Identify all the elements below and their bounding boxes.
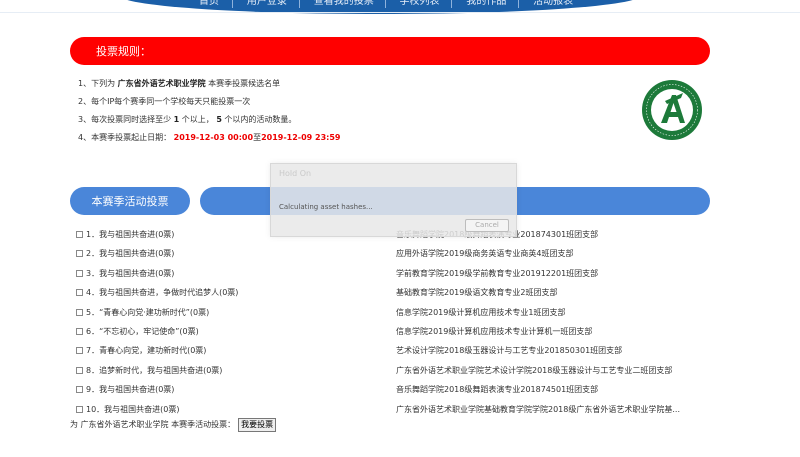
vote-checkbox[interactable] xyxy=(76,327,83,335)
candidate-org: 音乐舞蹈学院2018级舞蹈表演专业201874501班团支部 xyxy=(396,385,599,395)
rule-1: 1、下列为 广东省外语艺术职业学院 本赛季投票候选名单 xyxy=(78,80,618,88)
list-item: 10．我与祖国共奋进(0票) 广东省外语艺术职业学院基础教育学院学院2018级广… xyxy=(76,404,716,414)
vote-checkbox[interactable] xyxy=(76,386,83,394)
rule-3-prefix: 3、每次投票同时选择至少 xyxy=(78,115,174,124)
list-item: 4．我与祖国共奋进，争做时代追梦人(0票) 基础教育学院2019级语文教育专业2… xyxy=(76,289,716,297)
rule-4-start-date: 2019-12-03 00:00 xyxy=(173,133,254,142)
nav-item-works[interactable]: 我的作品 xyxy=(451,0,518,8)
rule-2: 2、每个IP每个赛季同一个学校每天只能投票一次 xyxy=(78,97,251,106)
vote-checkbox[interactable] xyxy=(76,250,83,258)
rules-list: 1、下列为 广东省外语艺术职业学院 本赛季投票候选名单 2、每个IP每个赛季同一… xyxy=(78,80,618,152)
dialog-message: Calculating asset hashes... xyxy=(279,203,373,211)
rule-1-prefix: 1、下列为 xyxy=(78,79,118,88)
candidate-name: 6．“不忘初心，牢记使命”(0票) xyxy=(86,326,199,336)
rules-banner: 投票规则： xyxy=(70,37,710,65)
list-item: 8．追梦新时代，我与祖国共奋进(0票) 广东省外语艺术职业学院艺术设计学院201… xyxy=(76,365,716,375)
rule-1-school: 广东省外语艺术职业学院 xyxy=(117,79,206,88)
candidate-org: 信息学院2019级计算机应用技术专业计算机一班团支部 xyxy=(396,326,593,336)
candidate-org: 基础教育学院2019级语文教育专业2班团支部 xyxy=(396,288,558,298)
candidate-name: 9．我与祖国共奋进(0票) xyxy=(86,385,175,395)
candidate-org: 广东省外语艺术职业学院艺术设计学院2018级玉器设计与工艺专业二班团支部 xyxy=(396,365,673,375)
list-item: 6．“不忘初心，牢记使命”(0票) 信息学院2019级计算机应用技术专业计算机一… xyxy=(76,326,716,336)
footer-text: 为 广东省外语艺术职业学院 本赛季活动投票： xyxy=(70,420,236,429)
list-item: 5．“青春心向党·建功新时代”(0票) 信息学院2019级计算机应用技术专业1班… xyxy=(76,307,716,317)
vote-checkbox[interactable] xyxy=(76,269,83,277)
candidate-org: 艺术设计学院2018级玉器设计与工艺专业201850301班团支部 xyxy=(396,346,623,356)
candidate-name: 7．青春心向党，建功新时代(0票) xyxy=(86,346,207,356)
nav-item-reports[interactable]: 活动报表 xyxy=(518,0,585,8)
tab-season-activity-vote[interactable]: 本赛季活动投票 xyxy=(70,187,190,215)
nav-item-schools[interactable]: 学校列表 xyxy=(384,0,452,8)
dialog-cancel-button[interactable]: Cancel xyxy=(465,219,509,232)
candidate-name: 3．我与祖国共奋进(0票) xyxy=(86,268,175,278)
submit-vote-button[interactable]: 我要投票 xyxy=(238,418,277,432)
candidate-name: 4．我与祖国共奋进，争做时代追梦人(0票) xyxy=(86,288,239,298)
vote-checkbox[interactable] xyxy=(76,289,83,297)
rule-1-suffix: 本赛季投票候选名单 xyxy=(205,79,281,88)
candidate-org: 应用外语学院2019级商务英语专业商英4班团支部 xyxy=(396,249,574,259)
list-item: 9．我与祖国共奋进(0票) 音乐舞蹈学院2018级舞蹈表演专业201874501… xyxy=(76,386,716,394)
list-item: 2．我与祖国共奋进(0票) 应用外语学院2019级商务英语专业商英4班团支部 xyxy=(76,250,716,258)
candidate-list: 1．我与祖国共奋进(0票) 音乐舞蹈学院2018级舞蹈表演专业201874301… xyxy=(76,231,716,425)
candidate-org: 广东省外语艺术职业学院基础教育学院学院2018级广东省外语艺术职业学院基... xyxy=(396,404,680,414)
rule-4-to: 至 xyxy=(253,133,262,142)
nav-item-my-votes[interactable]: 查看我的投票 xyxy=(298,0,385,8)
vote-checkbox[interactable] xyxy=(76,347,83,355)
top-divider xyxy=(0,12,800,13)
rule-4-end-date: 2019-12-09 23:59 xyxy=(261,133,341,142)
rules-title: 投票规则： xyxy=(96,45,151,58)
loading-dialog: Hold On Calculating asset hashes... Canc… xyxy=(270,163,517,237)
nav-menu: 首页 用户登录 查看我的投票 学校列表 我的作品 活动报表 xyxy=(185,0,585,8)
rule-3-mid: 个以上， xyxy=(179,115,217,124)
list-item: 7．青春心向党，建功新时代(0票) 艺术设计学院2018级玉器设计与工艺专业20… xyxy=(76,347,716,355)
vote-checkbox[interactable] xyxy=(76,366,83,374)
candidate-org: 信息学院2019级计算机应用技术专业1班团支部 xyxy=(396,307,566,317)
vote-footer: 为 广东省外语艺术职业学院 本赛季活动投票： 我要投票 xyxy=(70,418,277,432)
rule-3: 3、每次投票同时选择至少 1 个以上， 5 个以内的活动数量。 xyxy=(78,116,618,124)
candidate-name: 10．我与祖国共奋进(0票) xyxy=(86,404,180,414)
candidate-name: 8．追梦新时代，我与祖国共奋进(0票) xyxy=(86,365,223,375)
rule-4-prefix: 4、本赛季投票起止日期： xyxy=(78,133,174,142)
candidate-org: 学前教育学院2019级学前教育专业201912201班团支部 xyxy=(396,268,599,278)
candidate-name: 5．“青春心向党·建功新时代”(0票) xyxy=(86,307,210,317)
list-item: 3．我与祖国共奋进(0票) 学前教育学院2019级学前教育专业201912201… xyxy=(76,268,716,278)
vote-checkbox[interactable] xyxy=(76,308,83,316)
candidate-name: 1．我与祖国共奋进(0票) xyxy=(86,230,175,239)
school-logo-emblem xyxy=(642,80,702,140)
vote-checkbox[interactable] xyxy=(76,231,83,238)
nav-item-login[interactable]: 用户登录 xyxy=(231,0,299,8)
dialog-title: Hold On xyxy=(279,169,312,178)
candidate-name: 2．我与祖国共奋进(0票) xyxy=(86,249,175,259)
nav-item-home[interactable]: 首页 xyxy=(185,0,232,8)
rule-3-suffix: 个以内的活动数量。 xyxy=(221,115,297,124)
vote-checkbox[interactable] xyxy=(76,405,83,413)
rule-4: 4、本赛季投票起止日期： 2019-12-03 00:00至2019-12-09… xyxy=(78,134,618,142)
